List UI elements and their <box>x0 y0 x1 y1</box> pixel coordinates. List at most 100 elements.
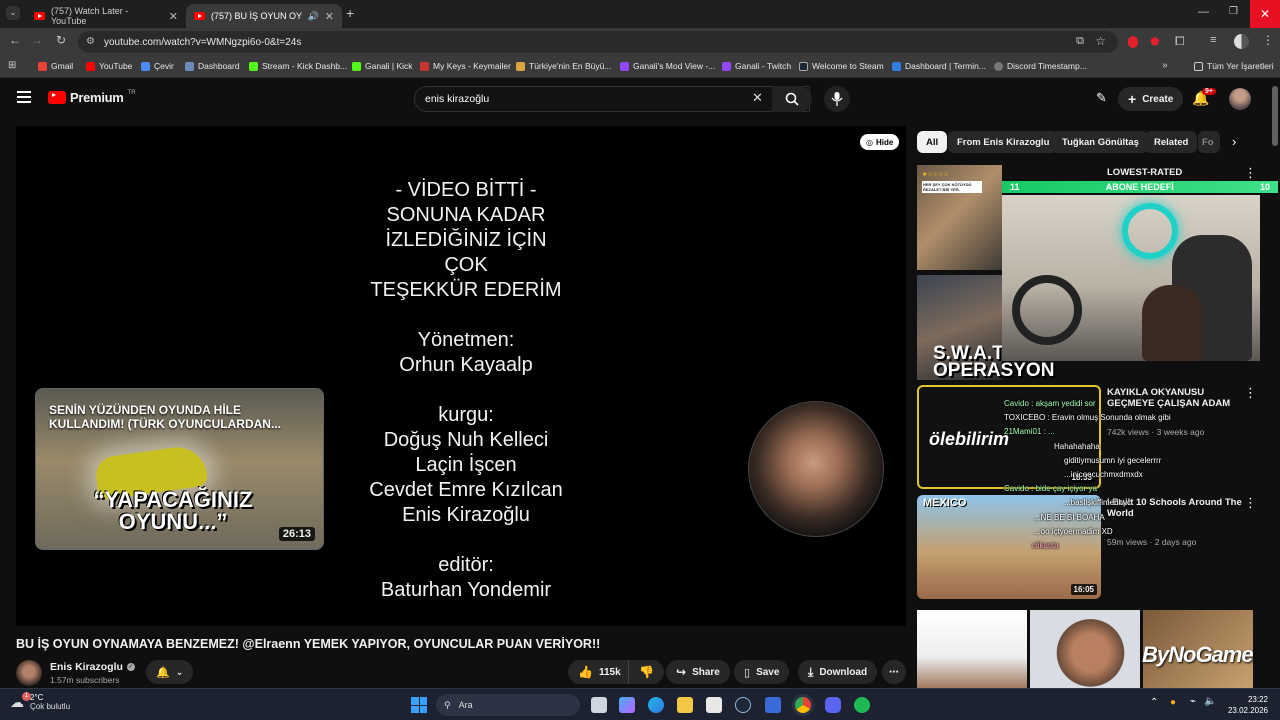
extensions-puzzle-icon[interactable]: ⧠ <box>1175 34 1185 49</box>
bookmark-kick[interactable]: Ganali | Kick <box>352 61 413 71</box>
file-explorer-icon[interactable] <box>677 697 693 713</box>
extension-pin-icon[interactable]: ⬟ <box>1150 35 1160 48</box>
close-tab-icon[interactable]: ✕ <box>325 10 334 23</box>
bookmark-star-icon[interactable]: ☆ <box>1095 34 1106 48</box>
video-player[interactable]: - VİDEO BİTTİ - SONUNA KADAR İZLEDİĞİNİZ… <box>16 126 906 626</box>
chips-next-icon[interactable]: › <box>1232 134 1236 149</box>
logo-text: Premium <box>70 90 124 105</box>
bookmark-turkiye[interactable]: Türkiye'nin En Büyü... <box>516 61 611 71</box>
create-button[interactable]: + Create <box>1118 87 1184 111</box>
browser-menu-icon[interactable]: ⋮ <box>1262 33 1274 47</box>
bookmark-steam[interactable]: Welcome to Steam <box>799 61 884 71</box>
new-tab-button[interactable]: + <box>346 5 354 21</box>
audio-playing-icon[interactable]: 🔊 <box>308 11 319 22</box>
bookmark-mod-view[interactable]: Ganali's Mod View -... <box>620 61 715 71</box>
search-input[interactable]: enis kirazoğlu <box>414 86 810 112</box>
clear-search-icon[interactable]: ✕ <box>752 90 763 106</box>
network-icon[interactable]: ⌁ <box>1190 696 1196 707</box>
discord-icon[interactable] <box>825 697 841 713</box>
youtube-logo[interactable]: Premium TR <box>48 90 136 105</box>
bookmark-youtube[interactable]: YouTube <box>86 61 132 71</box>
hide-endscreen-button[interactable]: ◎ Hide <box>860 134 900 150</box>
chip-from-channel[interactable]: From Enis Kirazoglu <box>948 131 1059 153</box>
apps-grid-icon[interactable]: ⊞ <box>8 60 16 71</box>
forward-icon[interactable]: → <box>28 33 46 47</box>
app-icon[interactable] <box>765 697 781 713</box>
more-actions-button[interactable]: ⋯ <box>882 660 906 684</box>
endscreen-video-card[interactable]: SENİN YÜZÜNDEN OYUNDA HİLE KULLANDIM! (T… <box>35 388 324 550</box>
twitch-icon <box>722 61 731 71</box>
like-button[interactable]: 👍 115k <box>568 660 631 684</box>
reload-icon[interactable]: ↻ <box>52 33 70 47</box>
bookmark-kick-stream[interactable]: Stream - Kick Dashb... <box>249 61 347 71</box>
bookmark-twitch[interactable]: Ganali - Twitch <box>722 61 791 71</box>
bookmark-termin[interactable]: Dashboard | Termin... <box>892 61 986 71</box>
spotify-icon[interactable] <box>854 697 870 713</box>
subscribed-bell-button[interactable]: 🔔 ⌄ <box>146 660 194 684</box>
clock[interactable]: 23:22 23.02.2026 <box>1226 694 1268 716</box>
taskbar-search[interactable]: ⚲ Ara <box>436 694 580 716</box>
back-icon[interactable]: ← <box>6 33 24 47</box>
page-scrollbar[interactable] <box>1272 86 1278 146</box>
show-hidden-icons[interactable]: ⌃ <box>1150 697 1158 708</box>
subscriber-goal-bar: 11 ABONE HEDEFİ 10 <box>1002 181 1278 193</box>
theme-brush-icon[interactable]: ✎ <box>1096 90 1107 106</box>
tab-current-video[interactable]: (757) BU İŞ OYUN OYNAMA 🔊 ✕ <box>186 4 342 28</box>
more-actions-icon[interactable]: ⋮ <box>1244 495 1257 511</box>
start-button[interactable] <box>411 697 427 713</box>
channel-avatar[interactable] <box>16 660 42 686</box>
chip-more[interactable]: Fo <box>1198 131 1220 153</box>
dashboard-icon <box>892 61 901 71</box>
bookmark-gmail[interactable]: Gmail <box>38 61 73 71</box>
more-actions-icon[interactable]: ⋮ <box>1244 165 1257 181</box>
hamburger-menu-icon[interactable] <box>17 91 31 103</box>
store-icon[interactable] <box>706 697 722 713</box>
close-tab-icon[interactable]: ✕ <box>169 10 178 23</box>
all-bookmarks-folder[interactable]: Tüm Yer İşaretleri <box>1194 61 1274 71</box>
browser-tab-strip: ⌄ (757) Watch Later - YouTube ✕ (757) BU… <box>0 0 1280 28</box>
copilot-icon[interactable] <box>619 697 635 713</box>
credits-text: - VİDEO BİTTİ - SONUNA KADAR İZLEDİĞİNİZ… <box>369 179 563 601</box>
search-value: enis kirazoğlu <box>425 93 490 105</box>
download-button[interactable]: ⤓ Download <box>798 660 878 684</box>
address-bar[interactable]: ⚙ youtube.com/watch?v=WMNgzpi6o-0&t=24s … <box>78 31 1118 53</box>
site-info-icon[interactable]: ⚙ <box>86 36 95 47</box>
channel-name[interactable]: Enis Kirazoglu ✓ <box>50 661 135 673</box>
sidebar-video-2[interactable]: S.W.A.T OPERASYON <box>917 275 1054 380</box>
weather-widget[interactable]: ☁ 2°C Çok bulutlu <box>10 693 70 711</box>
edge-icon[interactable] <box>648 697 664 713</box>
maximize-icon[interactable]: ❐ <box>1229 6 1238 17</box>
volume-icon[interactable]: 🔈 <box>1204 696 1216 707</box>
bookmark-keymailer[interactable]: My Keys - Keymailer <box>420 61 511 71</box>
chrome-icon[interactable] <box>795 697 811 713</box>
chip-related[interactable]: Related <box>1145 131 1198 153</box>
extension-red-icon[interactable] <box>1128 36 1138 48</box>
tab-watch-later[interactable]: (757) Watch Later - YouTube ✕ <box>26 4 186 28</box>
task-view-icon[interactable] <box>591 697 607 713</box>
minimize-icon[interactable]: — <box>1198 6 1209 18</box>
bookmark-translate[interactable]: Çevir <box>141 61 174 71</box>
search-icon <box>785 92 799 106</box>
account-avatar[interactable] <box>1229 88 1251 110</box>
more-actions-icon[interactable]: ⋮ <box>1244 385 1257 401</box>
chip-tugkan[interactable]: Tuğkan Gönültaş <box>1053 131 1148 153</box>
install-app-icon[interactable]: ⧉ <box>1076 35 1084 48</box>
chat-line: clikacta <box>1032 541 1059 551</box>
bookmark-dashboard[interactable]: Dashboard <box>185 61 240 71</box>
close-window-button[interactable]: ✕ <box>1250 0 1280 28</box>
more-bookmarks-icon[interactable]: » <box>1162 60 1168 71</box>
steam-icon[interactable] <box>735 697 751 713</box>
endscreen-channel-avatar[interactable] <box>748 401 884 537</box>
voice-search-button[interactable] <box>824 86 850 112</box>
profile-avatar[interactable] <box>1234 34 1249 49</box>
dislike-button[interactable]: 👎 <box>628 660 664 684</box>
bookmark-discord-timestamp[interactable]: Discord Timestamp... <box>994 61 1087 71</box>
share-button[interactable]: ↪ Share <box>666 660 730 684</box>
browser-toolbar: ← → ↻ ⚙ youtube.com/watch?v=WMNgzpi6o-0&… <box>0 28 1280 56</box>
chip-all[interactable]: All <box>917 131 948 153</box>
tab-search-icon[interactable]: ⌄ <box>6 6 20 20</box>
search-button[interactable] <box>772 86 812 112</box>
mic-tray-icon[interactable]: ● <box>1170 697 1176 708</box>
media-controls-icon[interactable]: ≡ <box>1210 34 1216 46</box>
save-button[interactable]: ▯ Save <box>734 660 790 684</box>
